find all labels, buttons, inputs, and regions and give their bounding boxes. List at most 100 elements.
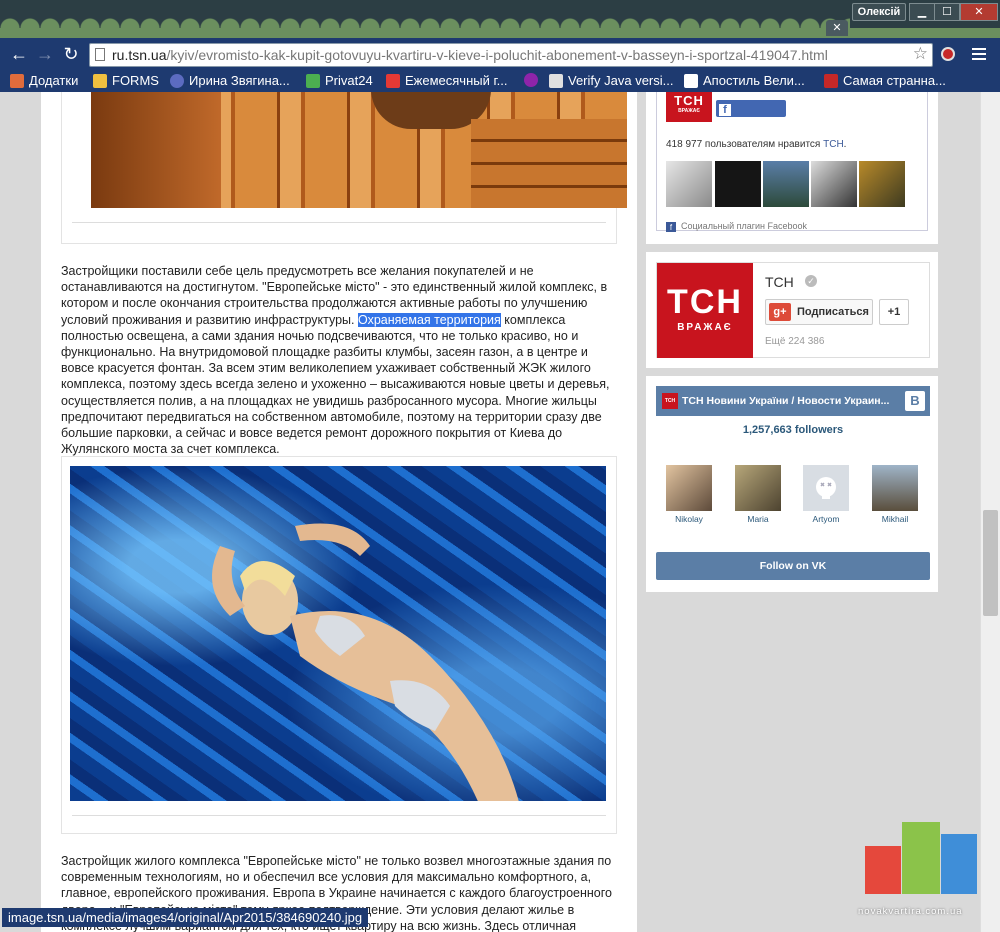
vk-icon: B	[905, 391, 925, 411]
watermark: novakvartira.com.ua	[858, 822, 982, 922]
fans-page-link[interactable]: ТСН	[823, 139, 844, 150]
vk-member[interactable]: Maria	[728, 465, 788, 524]
follow-on-vk-button[interactable]: Follow on VK	[656, 552, 930, 580]
bookmark-label: FORMS	[112, 73, 159, 88]
divider	[72, 222, 606, 223]
watermark-building	[941, 834, 977, 894]
extension-icon[interactable]	[941, 47, 955, 61]
bookmarks-bar: Додатки FORMS Ирина Звягина... Privat24 …	[0, 70, 1000, 92]
bookmark-item[interactable]: Самая странна...	[824, 73, 946, 88]
default-avatar-icon	[816, 477, 836, 499]
follower-count: Ещё 224 386	[765, 336, 825, 347]
subscribe-button[interactable]: g+ Подписаться	[765, 299, 873, 325]
address-bar[interactable]: ru.tsn.ua/kyiv/evromisto-kak-kupit-gotov…	[89, 43, 933, 67]
swimmer-figure	[212, 523, 519, 801]
back-button[interactable]: ←	[8, 44, 30, 64]
like-label: Нравится	[716, 119, 769, 131]
reload-button[interactable]: ↻	[60, 44, 82, 64]
vk-followers-count: 1,257,663 followers	[742, 424, 844, 436]
watermark-text: novakvartira.com.ua	[858, 906, 963, 917]
avatar	[666, 465, 712, 511]
sauna-photo[interactable]	[91, 92, 627, 208]
fan-avatar[interactable]	[715, 161, 761, 207]
bookmark-star-icon[interactable]: ☆	[913, 44, 928, 64]
avatar	[803, 465, 849, 511]
privat24-icon	[306, 73, 320, 88]
selected-text[interactable]: Охраняемая территория	[358, 312, 501, 327]
plugin-label: Социальный плагин Facebook	[681, 221, 808, 231]
globe-icon	[170, 73, 184, 88]
figure-icon	[386, 73, 400, 88]
facebook-fans-count: 418 977 пользователям нравится ТСН.	[666, 139, 846, 150]
plus-one-button[interactable]: +1	[879, 299, 909, 325]
page-name[interactable]: ТСН	[765, 274, 794, 290]
fans-end: .	[843, 139, 847, 150]
bookmark-item[interactable]: Verify Java versi...	[549, 73, 673, 88]
bookmark-item[interactable]: Додатки	[10, 73, 78, 88]
forward-button[interactable]: →	[34, 44, 56, 64]
bookmark-label: Verify Java versi...	[568, 73, 674, 88]
bookmark-item[interactable]: FORMS	[93, 73, 159, 88]
bookmark-label: Privat24	[325, 73, 373, 88]
verified-check-icon: ✓	[805, 275, 817, 287]
url-host: ru.tsn.ua	[112, 47, 167, 63]
tsn-logo[interactable]: ТСН ВРАЖАЄ	[666, 92, 712, 122]
google-plus-widget: ТСН ВРАЖАЄ ТСН ✓ g+ Подписаться +1 Ещё 22…	[646, 252, 938, 368]
status-bar-url: image.tsn.ua/media/images4/original/Apr2…	[2, 908, 369, 927]
subscribe-label: Подписаться	[797, 306, 869, 318]
tsn-logo-text: ТСН	[667, 283, 743, 321]
fan-avatar[interactable]	[811, 161, 857, 207]
member-name: Mikhail	[881, 514, 909, 524]
facebook-page-plugin: ТСН ВРАЖАЄ f Нравится 418 977 пользовател…	[656, 92, 928, 232]
article-column: Застройщики поставили себе цель предусмо…	[41, 92, 637, 932]
bookmark-label: Ирина Звягина...	[189, 73, 290, 88]
google-plus-icon: g+	[769, 303, 791, 321]
page-icon	[95, 48, 105, 61]
bookmark-item[interactable]: Ежемесячный г...	[386, 73, 507, 88]
minimize-button[interactable]: ▁	[909, 3, 935, 21]
rb-icon	[824, 73, 838, 88]
fan-avatar[interactable]	[763, 161, 809, 207]
vk-group-title[interactable]: ТСН Новини України / Новости Украин...	[682, 395, 902, 407]
member-name: Maria	[747, 514, 769, 524]
scrollbar-thumb[interactable]	[983, 510, 998, 616]
close-window-button[interactable]: ✕	[960, 3, 998, 21]
tsn-logo-sub: ВРАЖАЄ	[678, 108, 700, 114]
browser-toolbar: ← → ↻ ru.tsn.ua/kyiv/evromisto-kak-kupit…	[0, 38, 1000, 70]
vk-member[interactable]: Artyom	[796, 465, 856, 524]
vk-member[interactable]: Nikolay	[659, 465, 719, 524]
tsn-logo-text: ТСН	[674, 93, 704, 108]
vk-member[interactable]: Mikhail	[865, 465, 925, 524]
close-icon[interactable]: ✕	[826, 20, 848, 36]
fan-avatar[interactable]	[666, 161, 712, 207]
fans-text: 418 977 пользователям нравится	[666, 139, 824, 150]
bookmark-label: Додатки	[29, 73, 79, 88]
fan-avatar[interactable]	[859, 161, 905, 207]
bookmark-item[interactable]: Апостиль Вели...	[684, 73, 805, 88]
vk-header[interactable]: ТСН ТСН Новини України / Новости Украин.…	[656, 386, 930, 416]
bookmark-item[interactable]	[524, 73, 543, 87]
member-name: Nikolay	[675, 514, 703, 524]
bookmark-item[interactable]: Privat24	[306, 73, 373, 88]
paragraph-text: комплекса полностью освещена, а сами зда…	[61, 312, 610, 457]
facebook-icon: f	[719, 104, 731, 116]
avatar	[735, 465, 781, 511]
page-icon	[684, 73, 698, 88]
bookmark-label: Ежемесячный г...	[405, 73, 508, 88]
profile-button[interactable]: Олексій	[852, 3, 906, 21]
menu-icon[interactable]	[972, 48, 986, 60]
folder-icon	[93, 73, 107, 88]
bookmark-item[interactable]: Ирина Звягина...	[170, 73, 290, 88]
url-text[interactable]: ru.tsn.ua/kyiv/evromisto-kak-kupit-gotov…	[112, 47, 828, 63]
facebook-like-button[interactable]: f Нравится	[716, 100, 786, 131]
vk-widget: ТСН ТСН Новини України / Новости Украин.…	[646, 376, 938, 592]
pool-photo[interactable]	[70, 466, 606, 801]
watermark-building	[902, 822, 940, 894]
page-scrollbar[interactable]	[980, 92, 1000, 932]
tab-strip	[0, 28, 1000, 38]
article-paragraph: Застройщики поставили себе цель предусмо…	[61, 263, 621, 457]
window-titlebar: ✕ Олексій ▁ ☐ ✕	[0, 0, 1000, 38]
maximize-button[interactable]: ☐	[934, 3, 960, 21]
image-frame	[61, 92, 627, 244]
tsn-logo[interactable]: ТСН ВРАЖАЄ	[657, 263, 753, 358]
